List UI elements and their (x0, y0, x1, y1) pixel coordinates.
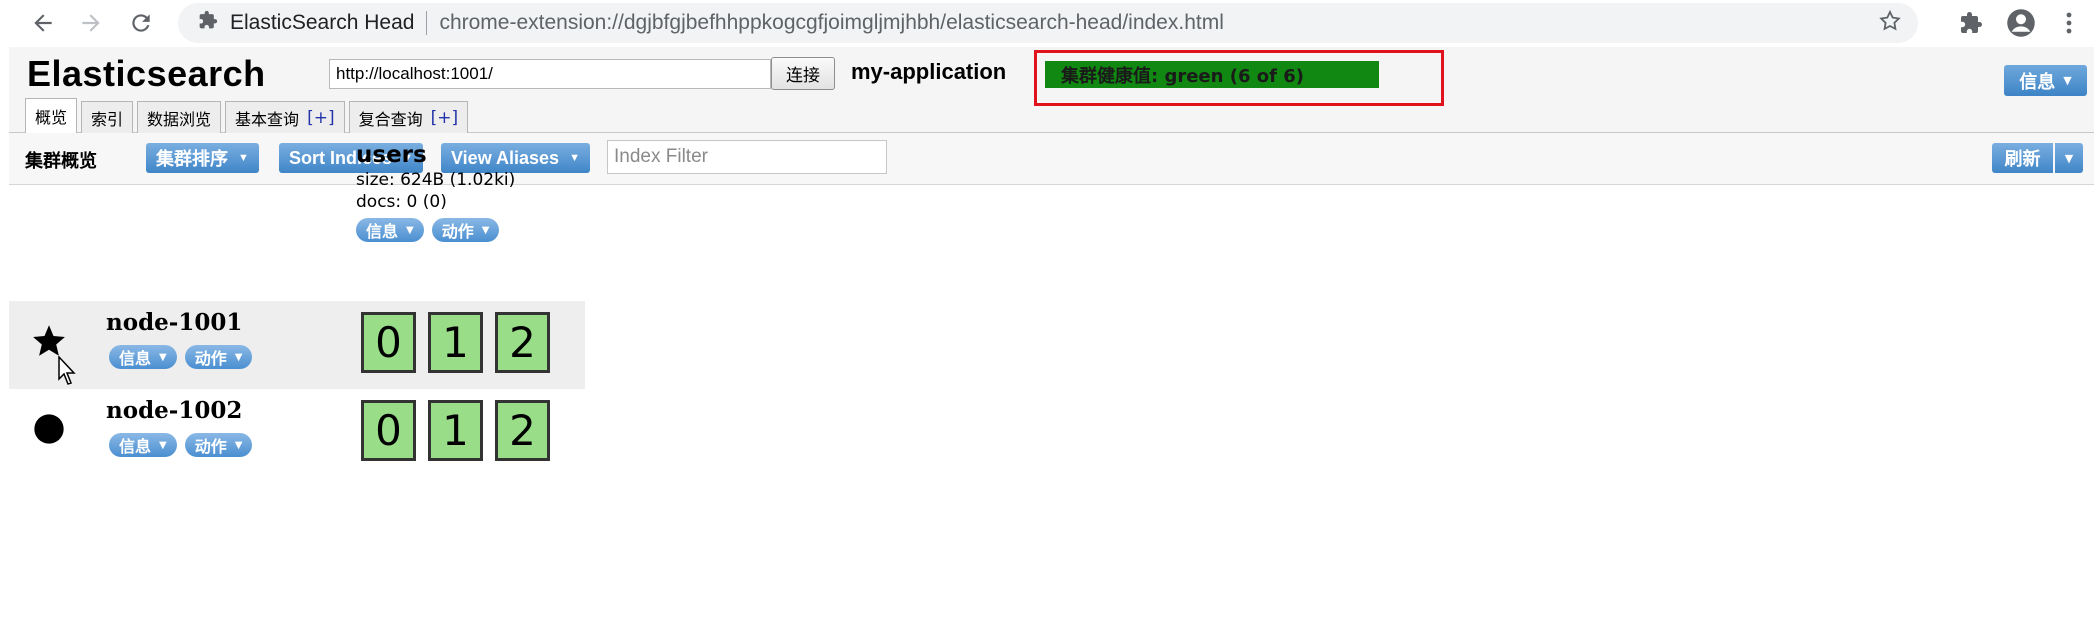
caret-down-icon: ▼ (234, 439, 243, 451)
index-docs: docs: 0 (0) (356, 192, 447, 212)
index-name: users (356, 142, 427, 168)
shard-box[interactable]: 2 (495, 400, 550, 461)
browser-toolbar: ElasticSearch Head chrome-extension://dg… (0, 0, 2094, 47)
caret-down-icon: ▼ (238, 152, 249, 164)
cluster-health-badge: 集群健康值: green (6 of 6) (1045, 61, 1379, 88)
cluster-name: my-application (851, 59, 1007, 84)
arrow-left-icon[interactable] (26, 6, 60, 40)
caret-down-icon: ▼ (569, 152, 580, 164)
circle-icon (29, 409, 69, 449)
url-text: chrome-extension://dgjbfgjbefhhppkogcgfj… (439, 11, 1224, 34)
mouse-cursor-icon (58, 355, 78, 390)
shard-box[interactable]: 2 (495, 312, 550, 373)
caret-down-icon: ▼ (234, 351, 243, 363)
puzzle-icon (188, 10, 228, 36)
caret-down-icon: ▼ (159, 439, 167, 451)
shard-box[interactable]: 1 (428, 312, 483, 373)
bookmark-star-icon[interactable] (1878, 9, 1902, 40)
index-actions: 信息 ▼ 动作 ▼ (356, 218, 515, 242)
node-info-button[interactable]: 信息 ▼ (109, 433, 177, 457)
pill-label: 动作 (194, 349, 227, 368)
menu-dots-icon[interactable] (2054, 6, 2084, 40)
main-tabs: 概览 索引 数据浏览 基本查询 [+] 复合查询 [+] (25, 98, 472, 133)
profile-avatar-icon[interactable] (2004, 6, 2038, 40)
shard-group: 0 1 2 (361, 400, 550, 461)
shard-box[interactable]: 0 (361, 312, 416, 373)
address-bar[interactable]: ElasticSearch Head chrome-extension://dg… (178, 3, 1918, 43)
star-icon (29, 321, 69, 361)
caret-down-icon: ▼ (159, 351, 167, 363)
brand-title: Elasticsearch (27, 53, 266, 94)
node-name: node-1002 (106, 397, 243, 424)
reload-icon[interactable] (124, 6, 158, 40)
node-actions: 信息 ▼ 动作 ▼ (109, 345, 253, 369)
node-action-button[interactable]: 动作 ▼ (184, 433, 253, 457)
tab-label: 数据浏览 (147, 109, 212, 129)
pill-label: 信息 (119, 349, 152, 368)
shard-group: 0 1 2 (361, 312, 550, 373)
refresh-button[interactable]: 刷新 (1992, 143, 2053, 173)
node-actions: 信息 ▼ 动作 ▼ (109, 433, 253, 457)
index-column-header: users size: 624B (1.02ki) docs: 0 (0) 信息… (356, 141, 515, 242)
node-row: node-1001 信息 ▼ 动作 ▼ 0 1 2 (9, 301, 585, 389)
index-info-button[interactable]: 信息 ▼ (356, 218, 424, 242)
pill-label: 信息 (119, 437, 152, 456)
info-menu-button[interactable]: 信息 ▼ (2004, 65, 2087, 96)
tab-label: 索引 (91, 109, 124, 129)
info-menu-label: 信息 (2019, 71, 2056, 93)
node-row: node-1002 信息 ▼ 动作 ▼ 0 1 2 (9, 389, 585, 477)
node-info-button[interactable]: 信息 ▼ (109, 345, 177, 369)
tab-basic-query[interactable]: 基本查询 [+] (225, 101, 345, 133)
node-action-button[interactable]: 动作 ▼ (184, 345, 253, 369)
overview-toolbar: 集群概览 集群排序 ▼ Sort Indices ▼ View Aliases … (9, 133, 2094, 185)
index-action-button[interactable]: 动作 ▼ (431, 218, 500, 242)
app-header: Elasticsearch 连接 my-application 集群健康值: g… (9, 47, 2094, 133)
tab-complex-query[interactable]: 复合查询 [+] (348, 101, 469, 133)
dropdown-label: 集群排序 (156, 149, 228, 169)
cluster-sort-dropdown[interactable]: 集群排序 ▼ (146, 143, 259, 173)
caret-down-icon: ▼ (481, 224, 490, 236)
pill-label: 动作 (194, 437, 227, 456)
connect-button[interactable]: 连接 (771, 57, 835, 90)
page-title: ElasticSearch Head (230, 11, 415, 34)
caret-down-icon: ▼ (2063, 74, 2072, 87)
pill-label: 信息 (366, 222, 399, 241)
connection-url-input[interactable] (329, 59, 771, 89)
tab-overview[interactable]: 概览 (25, 98, 78, 133)
tab-label: 基本查询 (235, 109, 300, 129)
extensions-icon[interactable] (1954, 6, 1988, 40)
pill-label: 动作 (441, 222, 474, 241)
shard-box[interactable]: 1 (428, 400, 483, 461)
tab-label: 概览 (35, 108, 68, 127)
refresh-control: 刷新 ▼ (1992, 143, 2083, 173)
tab-add-link[interactable]: [+] (431, 108, 459, 128)
shard-box[interactable]: 0 (361, 400, 416, 461)
tab-indices[interactable]: 索引 (81, 101, 134, 133)
overview-title: 集群概览 (25, 151, 97, 172)
refresh-caret-icon[interactable]: ▼ (2055, 143, 2083, 173)
index-filter-input[interactable] (607, 140, 887, 174)
arrow-right-icon[interactable] (74, 6, 108, 40)
tab-label: 复合查询 (358, 109, 423, 129)
address-separator (426, 11, 428, 35)
tab-browser[interactable]: 数据浏览 (137, 101, 222, 133)
caret-down-icon: ▼ (406, 224, 414, 236)
index-size: size: 624B (1.02ki) (356, 170, 516, 190)
node-name: node-1001 (106, 309, 243, 336)
tab-add-link[interactable]: [+] (307, 108, 335, 128)
